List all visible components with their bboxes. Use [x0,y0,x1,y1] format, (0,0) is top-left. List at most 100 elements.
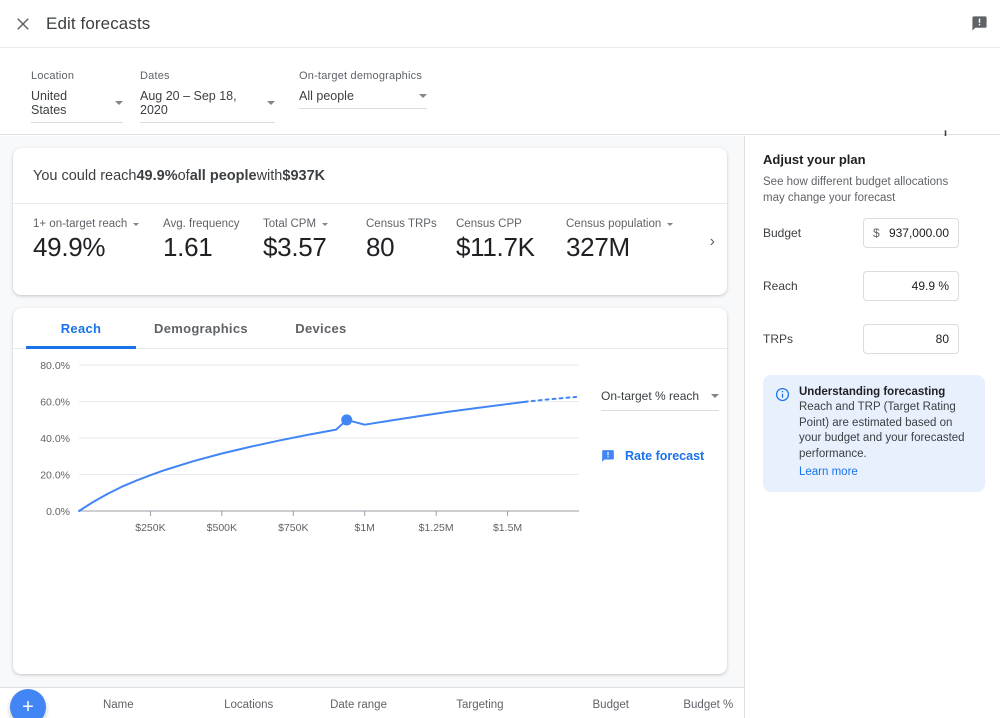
headline-pre: You could reach [33,167,137,184]
svg-text:40.0%: 40.0% [40,433,70,445]
svg-text:20.0%: 20.0% [40,470,70,482]
page-title: Edit forecasts [46,13,151,33]
metric-total-cpm[interactable]: Total CPM $3.57 [263,218,366,263]
metric-label-text: Avg. frequency [163,218,240,230]
th-name: Name [102,688,225,718]
svg-text:$750K: $750K [278,522,308,534]
headline-post: with [256,167,283,184]
chevron-down-icon [711,394,719,398]
metric-label-text: Total CPM [263,218,317,230]
chart-tabs: Reach Demographics Devices [13,308,727,349]
th-delete [70,688,103,718]
metric-value: 327M [566,232,630,262]
filter-demographics[interactable]: On-target demographics All people [299,69,427,109]
chevron-down-icon [115,101,123,105]
svg-text:0.0%: 0.0% [46,506,70,518]
series-selector[interactable]: On-target % reach [601,389,719,411]
metrics-strip: 1+ on-target reach 49.9% Avg. frequency … [13,204,727,263]
adjust-plan-title: Adjust your plan [763,152,866,167]
filter-demographics-value: All people [299,89,354,103]
rate-forecast-button[interactable]: Rate forecast [601,449,719,463]
adjust-plan-panel: Adjust your plan See how different budge… [744,136,1000,718]
th-targeting: Targeting [456,688,593,718]
info-icon [775,387,790,402]
filter-dates-control[interactable]: Aug 20 – Sep 18, 2020 [140,89,275,123]
trps-input[interactable]: 80 [863,324,959,354]
plan-table: Name Locations Date range Targeting Budg… [0,688,744,718]
svg-text:60.0%: 60.0% [40,397,70,409]
tab-devices[interactable]: Devices [266,308,376,348]
chevron-down-icon [133,222,140,226]
close-icon[interactable] [12,13,34,35]
metric-label-text: Census CPP [456,218,522,230]
filter-location[interactable]: Location United States [31,69,123,123]
top-app-bar: Edit forecasts [0,0,1000,48]
metric-avg-frequency: Avg. frequency 1.61 [163,218,263,263]
filter-dates-value: Aug 20 – Sep 18, 2020 [140,89,237,117]
chevron-down-icon [419,94,427,98]
trps-field-row: TRPs 80 [763,324,985,354]
metric-label-text: 1+ on-target reach [33,218,128,230]
add-plan-fab[interactable]: + [10,689,46,718]
table-header-row: Name Locations Date range Targeting Budg… [0,688,744,718]
trps-label: TRPs [763,332,793,346]
currency-symbol: $ [873,226,880,240]
chart-side-controls: On-target % reach Rate forecast [601,389,719,463]
adjust-plan-subtitle: See how different budget allocations may… [763,176,949,204]
rate-forecast-label: Rate forecast [625,449,705,463]
filter-bar: Location United States Dates Aug 20 – Se… [0,49,1000,144]
th-budget-pct: Budget % [683,688,744,718]
trps-input-value: 80 [935,332,949,346]
filter-location-control[interactable]: United States [31,89,123,123]
filter-dates[interactable]: Dates Aug 20 – Sep 18, 2020 [140,69,275,123]
reach-label: Reach [763,279,798,293]
chevron-down-icon [667,222,674,226]
filter-demographics-control[interactable]: All people [299,89,427,109]
metric-value: 49.9% [33,232,106,262]
plan-table-container: Name Locations Date range Targeting Budg… [0,687,744,718]
metric-census-cpp: Census CPP $11.7K [456,218,566,263]
metric-value: $11.7K [456,232,535,262]
budget-label: Budget [763,226,802,240]
understanding-forecasting-callout: Understanding forecasting Reach and TRP … [763,375,985,492]
chart-card: Reach Demographics Devices 0.0% 20.0% 40.0… [13,308,727,674]
metrics-next-arrow-icon[interactable]: › [710,234,715,250]
reach-input[interactable]: 49.9 % [863,271,959,301]
chevron-down-icon [267,101,275,105]
reach-field-row: Reach 49.9 % [763,271,985,301]
th-date-range: Date range [330,688,457,718]
reach-line-chart[interactable]: 0.0% 20.0% 40.0% 60.0% 80.0% $250K $500K $750K $… [13,357,593,547]
svg-text:$500K: $500K [207,522,237,534]
reach-input-value: 49.9 % [911,279,949,293]
svg-text:$1.5M: $1.5M [493,522,522,534]
feedback-icon[interactable] [968,12,990,34]
tab-demographics[interactable]: Demographics [136,308,266,348]
callout-title: Understanding forecasting [799,386,946,398]
th-budget: Budget [592,688,684,718]
budget-field-row: Budget $ 937,000.00 [763,218,985,248]
tab-reach[interactable]: Reach [26,308,136,349]
svg-text:$1M: $1M [354,522,374,534]
filter-location-value: United States [31,89,68,117]
forecast-main-pane: You could reach 49.9% of all people with… [0,136,744,718]
metric-value: 1.61 [163,232,213,262]
learn-more-link[interactable]: Learn more [799,466,858,478]
metric-on-target-reach[interactable]: 1+ on-target reach 49.9% [33,218,163,263]
metric-value: 80 [366,232,395,262]
metric-census-trps: Census TRPs 80 [366,218,456,263]
headline-reach-pct: 49.9% [136,167,178,184]
metric-census-population[interactable]: Census population 327M [566,218,696,263]
callout-text: Reach and TRP (Target Rating Point) are … [799,401,965,460]
th-locations: Locations [224,688,331,718]
metric-value: $3.57 [263,232,327,262]
chevron-down-icon [322,222,329,226]
headline-mid: of [177,167,190,184]
budget-input[interactable]: $ 937,000.00 [863,218,959,248]
svg-text:80.0%: 80.0% [40,360,70,372]
feedback-icon [601,449,615,463]
edit-forecasts-screen: Edit forecasts Location United States Da… [0,0,1000,718]
filter-demographics-label: On-target demographics [299,70,423,82]
metric-label-text: Census population [566,218,662,230]
budget-input-value: 937,000.00 [888,226,949,240]
filter-location-label: Location [31,70,75,82]
